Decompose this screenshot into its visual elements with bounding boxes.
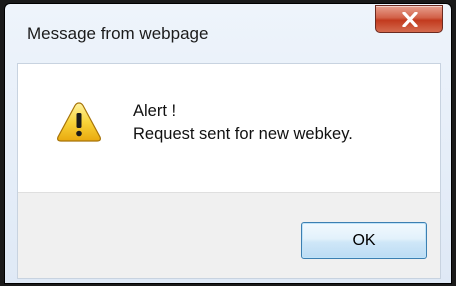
close-icon (402, 12, 418, 27)
button-bar: OK (18, 192, 440, 278)
dialog-title: Message from webpage (27, 24, 209, 43)
message-area: Alert ! Request sent for new webkey. (18, 64, 440, 192)
close-button[interactable] (375, 5, 443, 33)
dialog-body: Alert ! Request sent for new webkey. OK (17, 63, 441, 279)
message-line-2: Request sent for new webkey. (133, 125, 353, 143)
title-bar[interactable]: Message from webpage (5, 4, 451, 62)
warning-triangle-icon (57, 102, 101, 142)
message-line-1: Alert ! (133, 102, 177, 120)
alert-dialog: Message from webpage Alert ! Request sen… (4, 3, 452, 284)
ok-button[interactable]: OK (301, 222, 427, 259)
